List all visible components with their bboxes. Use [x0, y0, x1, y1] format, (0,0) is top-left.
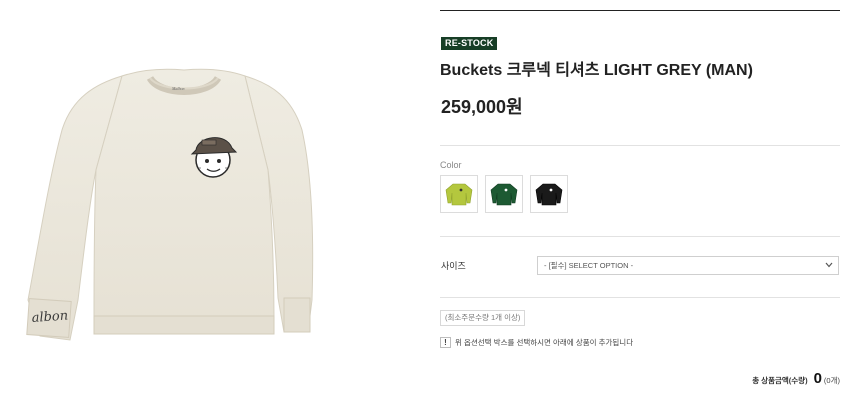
divider: [440, 297, 840, 298]
top-divider: [440, 10, 840, 11]
product-image: Malbon albon: [0, 0, 420, 410]
total-price-row: 총 상품금액(수량) 0 (0개): [752, 370, 840, 387]
color-swatch-green[interactable]: [485, 175, 523, 213]
size-label: 사이즈: [441, 261, 466, 271]
color-swatch-lime[interactable]: [440, 175, 478, 213]
divider: [440, 145, 840, 146]
option-notice-text: 위 옵션선택 박스를 선택하시면 아래에 상품이 추가됩니다: [455, 338, 634, 347]
color-swatch-black[interactable]: [530, 175, 568, 213]
sweatshirt-illustration: Malbon albon: [26, 68, 314, 341]
sweatshirt-black-icon: [535, 183, 563, 206]
divider: [440, 236, 840, 237]
exclamation-icon: !: [440, 337, 451, 348]
product-info-panel: RE-STOCK Buckets 크루넥 티셔츠 LIGHT GREY (MAN…: [440, 0, 840, 410]
total-label: 총 상품금액(수량): [752, 376, 808, 385]
chevron-down-icon: [825, 262, 833, 268]
min-order-notice: (최소주문수량 1개 이상): [440, 310, 526, 326]
product-title: Buckets 크루넥 티셔츠 LIGHT GREY (MAN): [440, 62, 753, 79]
total-count: (0개): [823, 376, 840, 385]
size-select-value: - [필수] SELECT OPTION -: [544, 261, 634, 270]
collar-label: Malbon: [171, 86, 184, 91]
sweatshirt-lime-icon: [445, 183, 473, 206]
color-label: Color: [440, 160, 462, 170]
color-swatch-list: [440, 175, 568, 213]
restock-badge: RE-STOCK: [441, 37, 498, 50]
sleeve-script-text: albon: [31, 308, 68, 326]
size-select[interactable]: - [필수] SELECT OPTION -: [537, 256, 839, 275]
total-amount: 0: [813, 370, 822, 387]
option-notice: ! 위 옵션선택 박스를 선택하시면 아래에 상품이 추가됩니다: [440, 337, 633, 348]
sweatshirt-green-icon: [490, 183, 518, 206]
product-price: 259,000원: [441, 97, 523, 117]
